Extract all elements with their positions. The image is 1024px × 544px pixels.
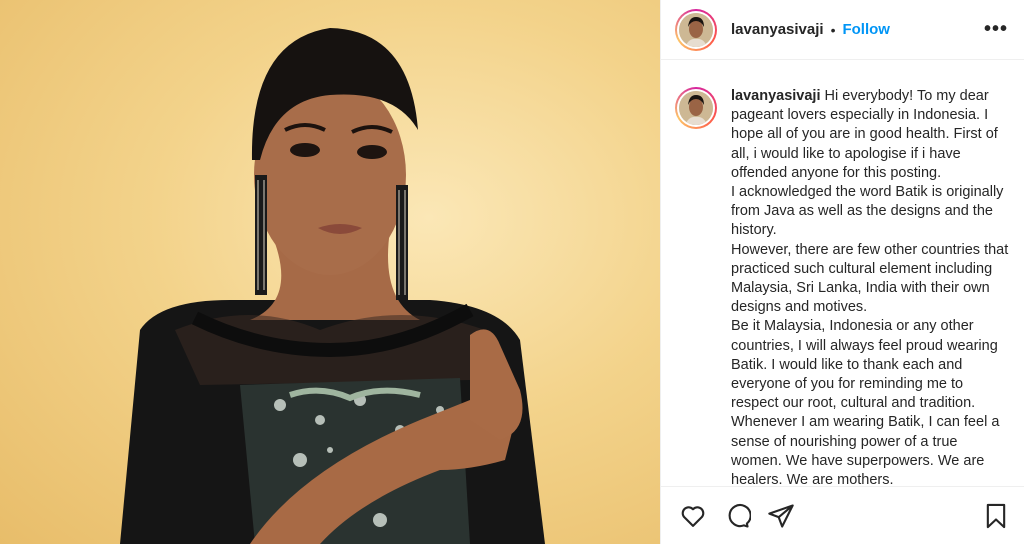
avatar-image (679, 12, 713, 47)
separator-dot: • (830, 21, 836, 38)
bookmark-icon[interactable] (982, 502, 1010, 530)
avatar[interactable] (675, 8, 717, 51)
comment-icon[interactable] (723, 502, 751, 530)
post-photo[interactable] (0, 0, 660, 544)
heart-icon[interactable] (679, 502, 707, 530)
post-side-panel: lavanyasivaji • Follow ••• lavanyasivaji… (660, 0, 1024, 544)
share-icon[interactable] (767, 502, 795, 530)
caption-paragraph: However, there are few other countries t… (731, 241, 1009, 316)
caption-paragraph: I acknowledged the word Batik is origina… (731, 184, 1004, 239)
instagram-post: lavanyasivaji • Follow ••• lavanyasivaji… (0, 0, 1024, 544)
follow-button[interactable]: Follow (842, 21, 890, 38)
caption-avatar[interactable] (675, 87, 717, 129)
avatar-image (679, 91, 713, 125)
caption-paragraph: Be it Malaysia, Indonesia or any other c… (731, 318, 1000, 486)
caption-text: lavanyasivaji Hi everybody! To my dear p… (731, 87, 1012, 486)
caption-paragraph: lavanyasivaji Hi everybody! To my dear p… (731, 88, 998, 181)
post-header: lavanyasivaji • Follow ••• (661, 0, 1024, 60)
caption-username[interactable]: lavanyasivaji (731, 88, 821, 104)
more-options-icon[interactable]: ••• (984, 18, 1008, 41)
action-bar (661, 486, 1024, 544)
portrait-illustration (120, 28, 545, 544)
caption-section: lavanyasivaji Hi everybody! To my dear p… (661, 61, 1024, 486)
header-username[interactable]: lavanyasivaji (731, 21, 824, 38)
